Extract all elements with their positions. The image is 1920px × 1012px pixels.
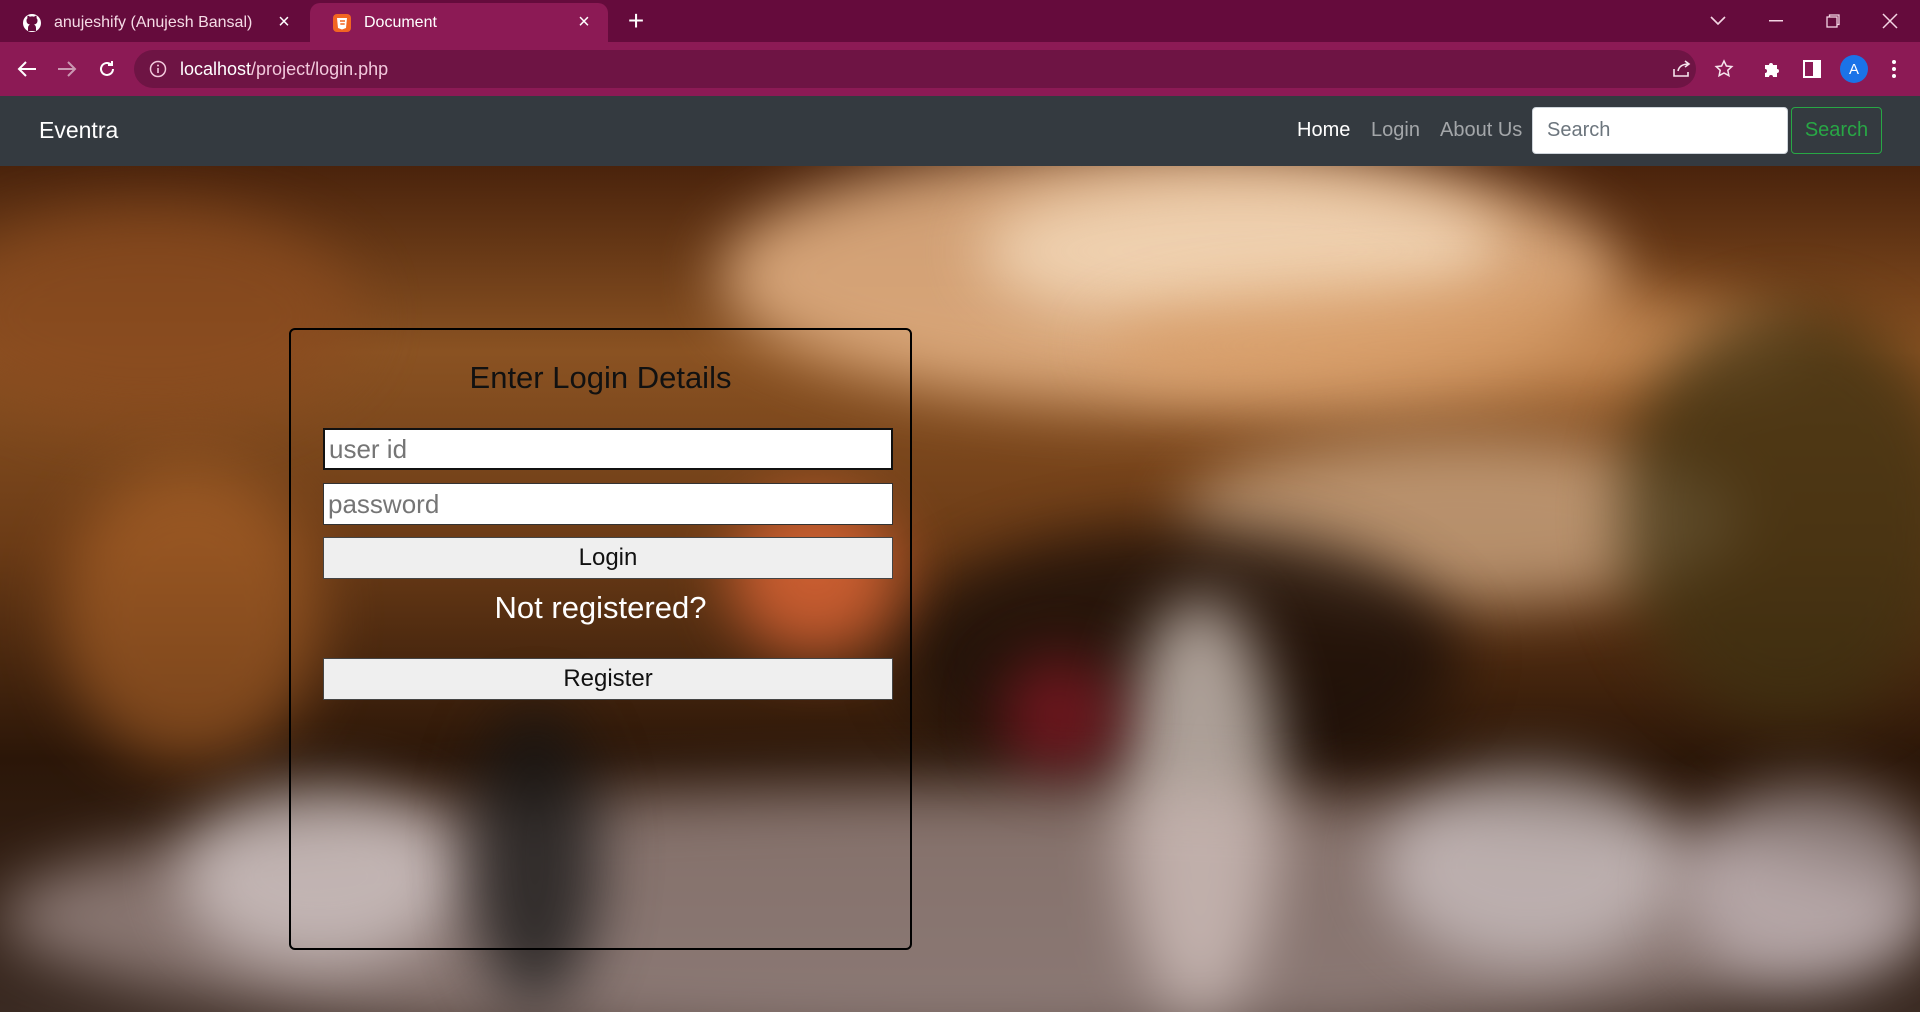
nav-link-login[interactable]: Login bbox=[1371, 119, 1420, 142]
new-tab-button[interactable]: + bbox=[622, 7, 650, 36]
bookmark-star-icon[interactable] bbox=[1710, 55, 1738, 83]
login-heading: Enter Login Details bbox=[469, 360, 732, 395]
share-icon[interactable] bbox=[1668, 55, 1696, 83]
reload-icon[interactable] bbox=[93, 55, 121, 83]
close-tab-icon[interactable]: × bbox=[574, 11, 594, 33]
tab-title: anujeshify (Anujesh Bansal) bbox=[54, 13, 253, 31]
url-text: localhost/project/login.php bbox=[180, 59, 388, 80]
url-host: localhost bbox=[180, 58, 252, 79]
github-icon bbox=[22, 13, 42, 33]
back-arrow-icon[interactable] bbox=[13, 55, 41, 83]
browser-tab-github[interactable]: anujeshify (Anujesh Bansal) × bbox=[0, 3, 308, 42]
tab-search-chevron-icon[interactable] bbox=[1700, 4, 1736, 38]
html5-icon bbox=[332, 13, 352, 33]
site-info-icon[interactable] bbox=[148, 59, 168, 79]
not-registered-text: Not registered? bbox=[494, 590, 707, 625]
profile-avatar[interactable]: A bbox=[1840, 55, 1868, 83]
login-button[interactable]: Login bbox=[323, 537, 893, 579]
side-panel-icon[interactable] bbox=[1798, 55, 1826, 83]
close-tab-icon[interactable]: × bbox=[274, 11, 294, 33]
tab-title: Document bbox=[364, 13, 437, 31]
nav-link-about-us[interactable]: About Us bbox=[1440, 119, 1522, 142]
forward-arrow-icon[interactable] bbox=[53, 55, 81, 83]
address-bar[interactable]: localhost/project/login.php bbox=[134, 50, 1696, 88]
extensions-puzzle-icon[interactable] bbox=[1758, 55, 1786, 83]
site-navbar: Eventra Home Login About Us Search bbox=[0, 96, 1920, 166]
restore-icon[interactable] bbox=[1815, 4, 1851, 38]
more-menu-icon[interactable] bbox=[1880, 55, 1908, 83]
login-form: Enter Login Details Login Not registered… bbox=[289, 328, 912, 950]
url-path: /project/login.php bbox=[251, 58, 389, 79]
register-button[interactable]: Register bbox=[323, 658, 893, 700]
browser-tab-document[interactable]: Document × bbox=[310, 3, 608, 42]
browser-tab-strip: anujeshify (Anujesh Bansal) × Document ×… bbox=[0, 0, 1920, 42]
close-window-icon[interactable] bbox=[1872, 4, 1908, 38]
user-id-input[interactable] bbox=[323, 428, 893, 470]
nav-link-home[interactable]: Home bbox=[1297, 119, 1350, 142]
background-image bbox=[0, 166, 1920, 1012]
search-input[interactable] bbox=[1532, 107, 1788, 154]
minimize-icon[interactable] bbox=[1758, 4, 1794, 38]
brand-logo[interactable]: Eventra bbox=[39, 117, 118, 144]
password-input[interactable] bbox=[323, 483, 893, 525]
search-button[interactable]: Search bbox=[1791, 107, 1882, 154]
browser-toolbar: localhost/project/login.php bbox=[0, 42, 1920, 96]
